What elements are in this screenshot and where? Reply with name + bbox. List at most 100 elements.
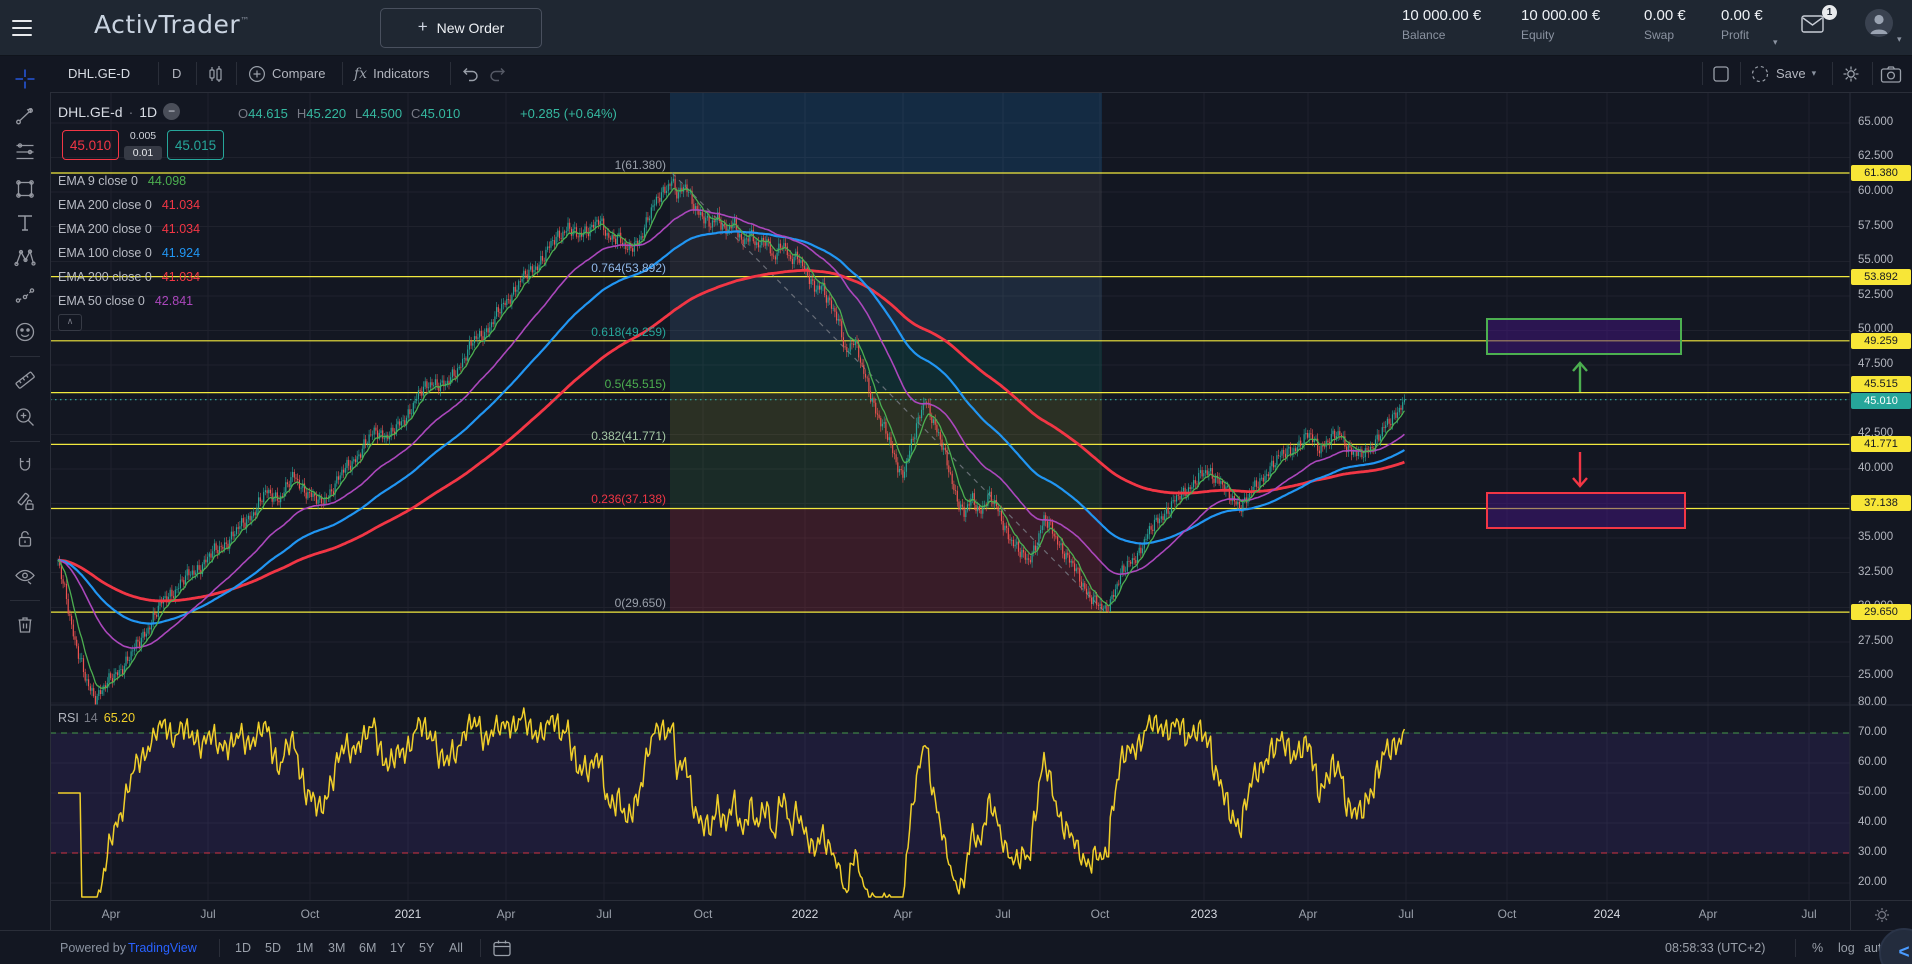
save-layout-button[interactable]: Save ▾ bbox=[1750, 55, 1816, 92]
time-label: 2021 bbox=[395, 907, 422, 921]
percent-scale-toggle[interactable]: % bbox=[1812, 931, 1823, 964]
tool-shapes-icon[interactable] bbox=[13, 177, 37, 201]
price-tick: 52.500 bbox=[1858, 289, 1893, 301]
timeframe-select[interactable]: D bbox=[172, 55, 181, 92]
stat-value: 10 000.00 € bbox=[1521, 8, 1600, 23]
tool-measure-ruler-icon[interactable] bbox=[13, 368, 37, 392]
goto-date-icon[interactable] bbox=[492, 939, 512, 964]
settings-gear-icon[interactable] bbox=[1841, 64, 1861, 101]
range-1M[interactable]: 1M bbox=[296, 931, 313, 964]
range-5Y[interactable]: 5Y bbox=[419, 931, 434, 964]
price-tick: 60.000 bbox=[1858, 185, 1893, 197]
account-stat-profit: 0.00 €Profit▾ bbox=[1721, 8, 1763, 41]
rsi-tick: 30.00 bbox=[1858, 846, 1887, 858]
time-label: Oct bbox=[1091, 907, 1110, 921]
plus-icon: + bbox=[418, 17, 428, 37]
chart-legend-title[interactable]: DHL.GE-d·1D − bbox=[58, 103, 180, 120]
range-3M[interactable]: 3M bbox=[328, 931, 345, 964]
undo-icon[interactable] bbox=[460, 65, 480, 102]
tool-trend-line-icon[interactable] bbox=[13, 104, 37, 128]
price-badge: 49.259 bbox=[1851, 333, 1911, 349]
symbol-search[interactable]: DHL.GE-D bbox=[68, 55, 130, 92]
rsi-tick: 50.00 bbox=[1858, 786, 1887, 798]
time-label: Apr bbox=[1299, 907, 1318, 921]
cloud-save-icon bbox=[1750, 64, 1770, 84]
lot-size[interactable]: 0.01 bbox=[124, 146, 162, 160]
range-All[interactable]: All bbox=[449, 931, 463, 964]
time-label: Oct bbox=[694, 907, 713, 921]
stat-label: Balance bbox=[1402, 29, 1481, 41]
tool-text-icon[interactable] bbox=[13, 211, 37, 235]
spread-value: 0.005 bbox=[124, 130, 162, 142]
time-axis[interactable]: AprJulOct2021AprJulOct2022AprJulOct2023A… bbox=[0, 900, 1912, 931]
change-value: +0.285 (+0.64%) bbox=[520, 106, 617, 121]
snapshot-camera-icon[interactable] bbox=[1880, 65, 1902, 102]
range-6M[interactable]: 6M bbox=[359, 931, 376, 964]
sell-button[interactable]: 45.010 bbox=[62, 130, 119, 160]
range-1Y[interactable]: 1Y bbox=[390, 931, 405, 964]
tool-xabcd-pattern-icon[interactable] bbox=[13, 246, 37, 270]
price-tick: 57.500 bbox=[1858, 220, 1893, 232]
price-tick: 47.500 bbox=[1858, 358, 1893, 370]
menu-icon[interactable] bbox=[10, 15, 34, 39]
stat-value: 0.00 € bbox=[1721, 8, 1763, 23]
collapse-symbol-icon[interactable]: − bbox=[163, 103, 180, 120]
rsi-tick: 20.00 bbox=[1858, 876, 1887, 888]
clock[interactable]: 08:58:33 (UTC+2) bbox=[1665, 931, 1765, 964]
tool-remove-drawings-icon[interactable] bbox=[13, 613, 37, 637]
fib-level-label: 1(61.380) bbox=[496, 158, 666, 172]
time-label: Apr bbox=[102, 907, 121, 921]
indicators-button[interactable]: fx Indicators bbox=[354, 55, 429, 92]
indicator-row[interactable]: EMA 50 close 042.841 bbox=[58, 293, 193, 309]
indicator-row[interactable]: EMA 200 close 041.034 bbox=[58, 221, 200, 237]
tool-forecast-icon[interactable] bbox=[13, 283, 37, 307]
app-logo: ActivTrader™ bbox=[94, 10, 250, 39]
indicator-row[interactable]: EMA 200 close 041.034 bbox=[58, 197, 200, 213]
tradingview-link[interactable]: TradingView bbox=[128, 931, 197, 964]
redo-icon[interactable] bbox=[488, 65, 508, 102]
tool-lock-all-icon[interactable] bbox=[13, 527, 37, 551]
tool-zoom-in-icon[interactable] bbox=[13, 405, 37, 429]
indicator-row[interactable]: EMA 100 close 041.924 bbox=[58, 245, 200, 261]
fib-level-label: 0.764(53.892) bbox=[496, 261, 666, 275]
indicator-row[interactable]: EMA 9 close 044.098 bbox=[58, 173, 186, 189]
new-order-button[interactable]: + New Order bbox=[380, 8, 542, 48]
tool-emoji-icon[interactable] bbox=[13, 320, 37, 344]
time-label: Jul bbox=[995, 907, 1010, 921]
buy-button[interactable]: 45.015 bbox=[167, 130, 224, 160]
stat-label: Profit bbox=[1721, 29, 1763, 41]
price-tick: 65.000 bbox=[1858, 116, 1893, 128]
price-tick: 62.500 bbox=[1858, 150, 1893, 162]
session-sun-icon[interactable] bbox=[1872, 905, 1892, 925]
indicator-row[interactable]: EMA 200 close 041.034 bbox=[58, 269, 200, 285]
account-stat-equity: 10 000.00 €Equity bbox=[1521, 8, 1600, 41]
compare-button[interactable]: Compare bbox=[248, 55, 325, 92]
time-label: Apr bbox=[894, 907, 913, 921]
profit-caret-icon[interactable]: ▾ bbox=[1773, 38, 1778, 47]
rsi-legend[interactable]: RSI1465.20 bbox=[58, 711, 135, 725]
trademark: ™ bbox=[240, 17, 250, 27]
tool-hide-drawings-icon[interactable] bbox=[13, 564, 37, 588]
tool-drawing-lock-icon[interactable] bbox=[13, 490, 37, 514]
tool-crosshair-icon[interactable] bbox=[13, 67, 37, 91]
multichart-layout-icon[interactable] bbox=[1712, 65, 1730, 102]
range-1D[interactable]: 1D bbox=[235, 931, 251, 964]
legend-collapse-button[interactable]: ∧ bbox=[58, 314, 82, 331]
ohlc-item: L44.500 bbox=[355, 106, 402, 121]
tool-fib-retracement-icon[interactable] bbox=[13, 140, 37, 164]
range-5D[interactable]: 5D bbox=[265, 931, 281, 964]
log-scale-toggle[interactable]: log bbox=[1838, 931, 1855, 964]
price-chart-canvas[interactable] bbox=[0, 0, 1912, 964]
quote-widget: 45.010 0.005 0.01 45.015 bbox=[62, 130, 224, 160]
account-caret-icon[interactable]: ▾ bbox=[1897, 34, 1902, 45]
avatar[interactable] bbox=[1864, 8, 1894, 38]
rsi-tick: 60.00 bbox=[1858, 756, 1887, 768]
tool-magnet-icon[interactable] bbox=[13, 454, 37, 478]
ohlc-values: O44.615H45.220L44.500C45.010 bbox=[238, 106, 460, 121]
chart-style-icon[interactable] bbox=[206, 64, 226, 101]
save-caret-icon: ▾ bbox=[1812, 68, 1817, 79]
powered-by-label: Powered by bbox=[60, 931, 126, 964]
fib-level-label: 0.5(45.515) bbox=[496, 377, 666, 391]
stat-value: 0.00 € bbox=[1644, 8, 1686, 23]
chart-toolbar: DHL.GE-D D Compare fx Indicators Save ▾ bbox=[0, 55, 1912, 93]
